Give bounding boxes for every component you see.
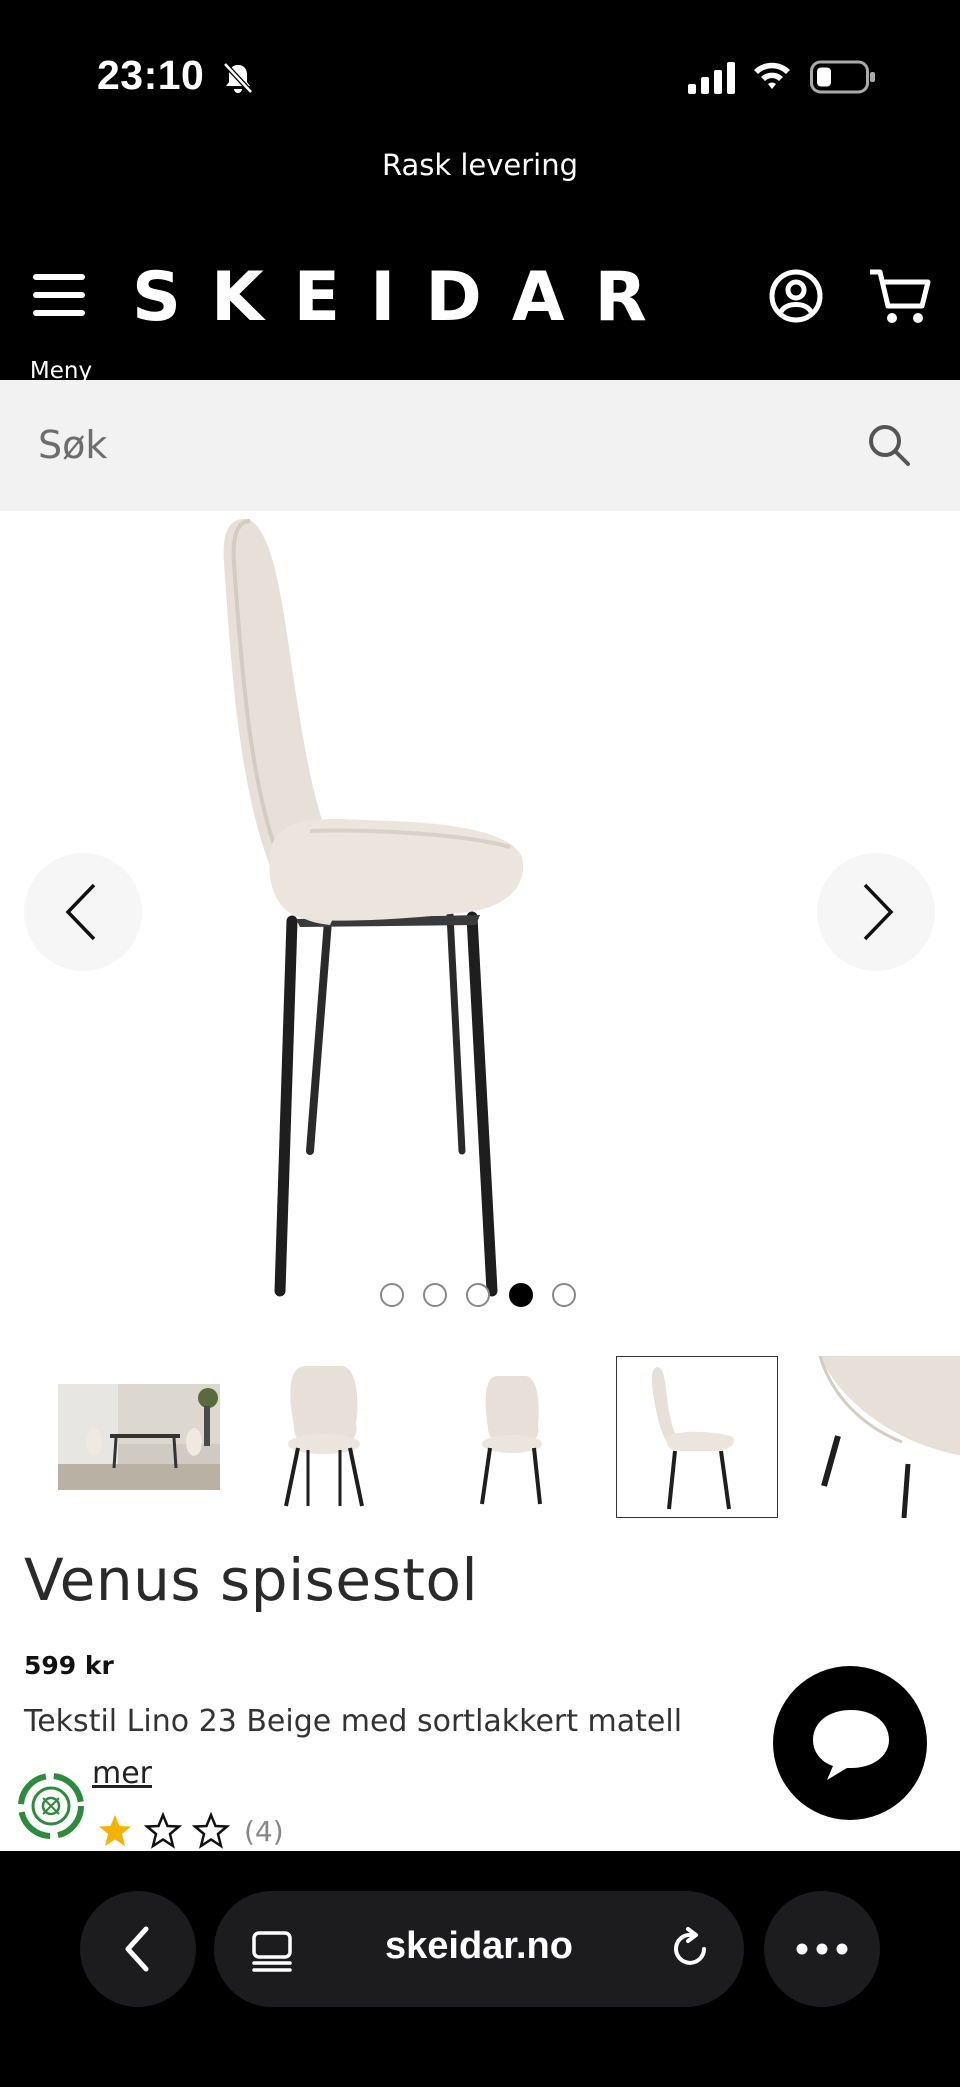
search-icon[interactable] (866, 422, 912, 468)
pagination-dot[interactable] (423, 1283, 447, 1307)
chevron-left-icon (65, 883, 96, 941)
site-header: Meny SKEIDAR (0, 240, 960, 384)
thumbnail-chair-side[interactable] (616, 1356, 778, 1518)
thumbnail-room-scene[interactable] (58, 1356, 220, 1518)
star-empty-icon (192, 1812, 230, 1849)
promo-banner: Rask levering (381, 148, 579, 182)
product-page: Venus spisestol 599 kr Tekstil Lino 23 B… (0, 511, 960, 1851)
previous-image-button[interactable] (24, 853, 142, 971)
menu-button[interactable]: Meny (28, 268, 94, 384)
pagination-dot[interactable] (380, 1283, 404, 1307)
image-pagination (380, 1283, 576, 1309)
more-icon (796, 1943, 848, 1955)
next-image-button[interactable] (817, 853, 935, 971)
battery-icon (810, 60, 875, 94)
thumbnail-chair-detail[interactable] (802, 1356, 960, 1518)
cellular-signal-icon (688, 62, 735, 94)
read-more-link[interactable]: mer (92, 1756, 152, 1791)
reload-icon[interactable] (668, 1927, 712, 1971)
back-button[interactable] (80, 1891, 196, 2007)
cart-icon[interactable] (868, 266, 932, 326)
brand-logo[interactable]: SKEIDAR (132, 258, 677, 337)
chat-bubble-icon (813, 1710, 889, 1780)
pagination-dot-active[interactable] (509, 1283, 533, 1307)
rating-count: (4) (244, 1814, 284, 1848)
status-time: 23:10 (97, 52, 205, 98)
product-image[interactable] (210, 511, 740, 1301)
search-bar (0, 380, 960, 511)
product-rating[interactable]: (4) (96, 1811, 284, 1851)
pagination-dot[interactable] (466, 1283, 490, 1307)
wifi-icon (754, 62, 790, 89)
address-bar[interactable]: skeidar.no (214, 1891, 744, 2007)
chevron-right-icon (863, 883, 894, 941)
back-icon (125, 1926, 149, 1972)
pagination-dot[interactable] (552, 1283, 576, 1307)
account-icon[interactable] (768, 268, 824, 324)
product-title: Venus spisestol (24, 1546, 479, 1614)
browser-toolbar: skeidar.no (0, 1851, 960, 2087)
hamburger-menu-icon (33, 274, 85, 316)
product-price: 599 kr (24, 1651, 114, 1680)
url-text: skeidar.no (385, 1925, 573, 1967)
star-empty-icon (144, 1812, 182, 1849)
eco-badge-icon[interactable] (16, 1771, 86, 1841)
thumbnail-chair-front-2[interactable] (430, 1356, 592, 1518)
chat-button[interactable] (773, 1666, 927, 1820)
status-bar: 23:10 Rask levering (0, 0, 960, 182)
search-input[interactable] (38, 410, 838, 480)
more-options-button[interactable] (764, 1891, 880, 2007)
bell-slash-icon (223, 62, 253, 94)
star-filled-icon (99, 1815, 131, 1846)
product-description: Tekstil Lino 23 Beige med sortlakkert ma… (24, 1704, 683, 1739)
thumbnail-strip (58, 1356, 960, 1521)
thumbnail-chair-front[interactable] (244, 1356, 406, 1518)
